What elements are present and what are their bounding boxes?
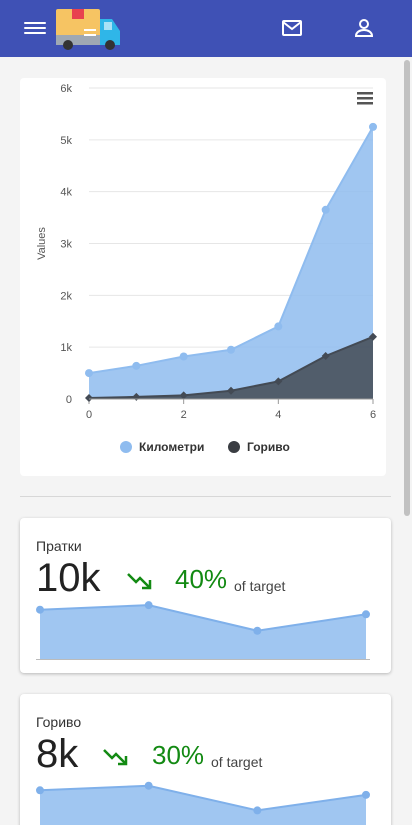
- y-tick-label: 0: [66, 394, 72, 406]
- x-tick-label: 6: [370, 409, 376, 421]
- data-point: [179, 352, 188, 361]
- trend-down-arrow-icon: [103, 749, 128, 766]
- data-point: [85, 369, 93, 378]
- y-tick-label: 6k: [60, 83, 72, 95]
- sparkline-area: [40, 605, 366, 660]
- stat-card-fuel: Гориво 8k 30% of target: [20, 694, 391, 825]
- sparkline-point: [36, 786, 44, 795]
- x-tick-label: 2: [181, 409, 187, 421]
- stat-target-label: of target: [211, 754, 263, 770]
- y-tick-label: 3k: [60, 239, 72, 251]
- stat-title: Гориво: [36, 714, 82, 730]
- area-chart-card: 0 1k 2k 3k 4k 5k 6k 0 2 4 6 Values Километри Гориво: [20, 78, 386, 476]
- sparkline-area: [40, 785, 366, 825]
- x-tick-label: 4: [275, 409, 281, 421]
- y-axis-label: Values: [36, 227, 48, 260]
- stat-percent: 40%: [175, 564, 228, 594]
- legend-label: Километри: [139, 440, 204, 454]
- y-tick-label: 5k: [60, 135, 72, 147]
- data-point: [369, 122, 377, 131]
- trend-down-arrow-icon: [127, 573, 152, 590]
- data-point: [227, 345, 235, 354]
- mail-icon[interactable]: [280, 16, 304, 40]
- sparkline-point: [362, 610, 370, 619]
- hamburger-menu-icon[interactable]: [24, 19, 46, 39]
- sparkline-point: [144, 781, 153, 790]
- stat-percent: 30%: [152, 740, 205, 770]
- y-tick-label: 1k: [60, 342, 72, 354]
- app-header: [0, 0, 412, 57]
- legend-label: Гориво: [247, 440, 290, 454]
- user-account-icon[interactable]: [352, 16, 376, 40]
- data-point: [132, 361, 141, 370]
- y-tick-label: 4k: [60, 187, 72, 199]
- sparkline-point: [253, 626, 262, 635]
- legend-marker: [228, 441, 240, 453]
- data-point: [321, 205, 330, 214]
- x-tick-label: 0: [86, 409, 92, 421]
- legend-marker: [120, 441, 132, 453]
- data-point: [274, 322, 283, 331]
- area-chart: 0 1k 2k 3k 4k 5k 6k 0 2 4 6 Values Километри Гориво: [36, 83, 377, 454]
- chart-menu-icon[interactable]: [357, 92, 373, 105]
- stat-value: 8k: [36, 732, 79, 776]
- sparkline-point: [362, 790, 370, 799]
- stat-sparkline: [36, 781, 370, 825]
- stat-sparkline: [36, 601, 370, 660]
- stat-target-label: of target: [234, 578, 286, 594]
- sparkline-point: [144, 601, 153, 610]
- section-divider: [20, 496, 391, 497]
- page-scrollbar[interactable]: [404, 60, 410, 516]
- delivery-truck-logo[interactable]: [54, 7, 122, 51]
- stat-card-shipments: Пратки 10k 40% of target: [20, 518, 391, 673]
- sparkline-point: [36, 605, 44, 614]
- y-tick-label: 2k: [60, 290, 72, 302]
- stat-value: 10k: [36, 556, 101, 600]
- stat-title: Пратки: [36, 538, 82, 554]
- sparkline-point: [253, 806, 262, 815]
